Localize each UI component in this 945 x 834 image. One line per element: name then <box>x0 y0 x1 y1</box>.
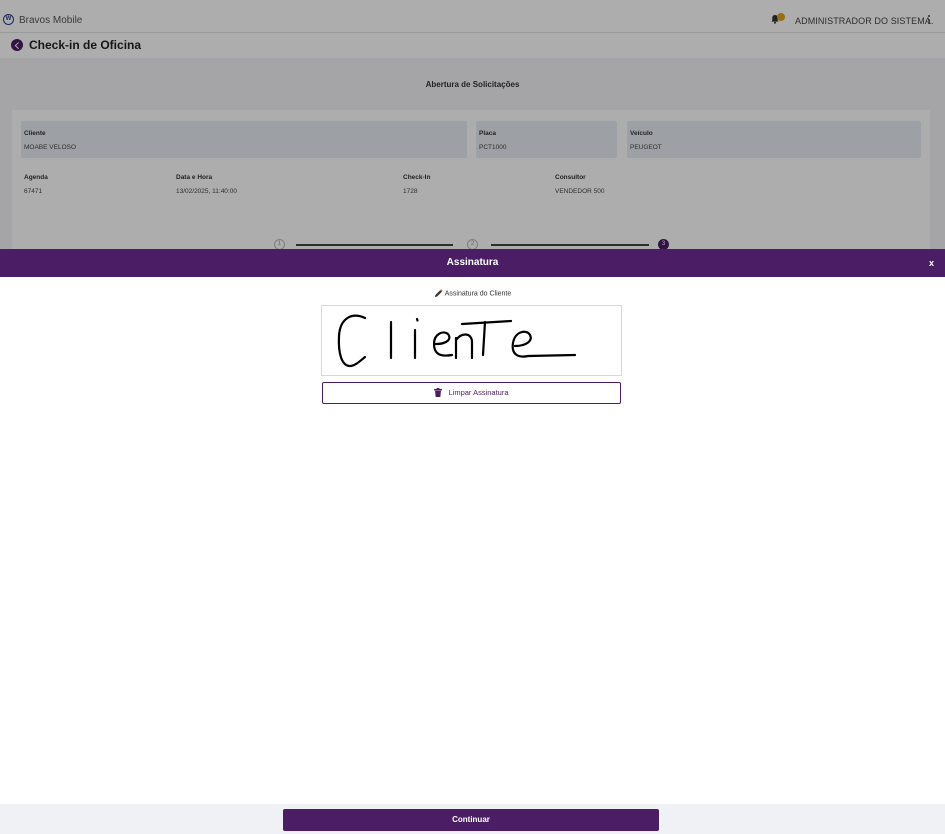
clear-signature-label: Limpar Assinatura <box>448 388 509 397</box>
close-button[interactable]: x <box>929 258 934 268</box>
modal-header: Assinatura x <box>0 249 945 277</box>
modal-body: Assinatura do Cliente Limpar Assinatura <box>0 277 945 804</box>
continue-button[interactable]: Continuar <box>283 809 659 831</box>
signature-label-row: Assinatura do Cliente <box>0 289 945 298</box>
pencil-icon <box>434 289 443 298</box>
clear-signature-button[interactable]: Limpar Assinatura <box>322 382 621 404</box>
footer-bar: Continuar <box>0 804 945 834</box>
signature-drawing <box>337 314 577 368</box>
modal-backdrop[interactable] <box>0 0 945 249</box>
signature-pad[interactable] <box>321 305 622 376</box>
trash-icon <box>434 387 443 397</box>
modal-title: Assinatura <box>446 257 499 268</box>
signature-label: Assinatura do Cliente <box>444 290 512 298</box>
